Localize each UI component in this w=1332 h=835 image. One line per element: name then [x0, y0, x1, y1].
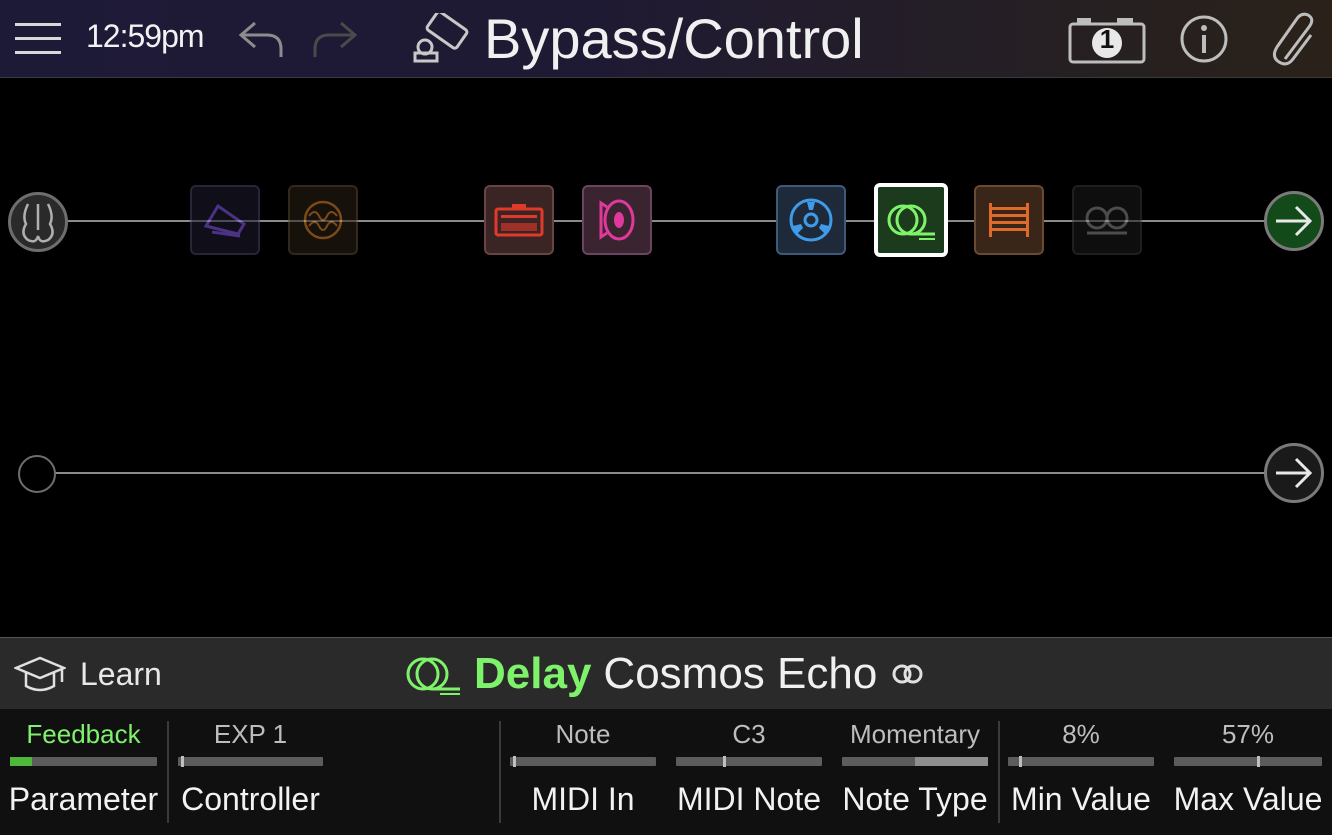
param-slider[interactable] — [676, 756, 822, 767]
graduation-cap-icon — [14, 656, 66, 692]
paperclip-icon — [1272, 12, 1314, 66]
param-slider[interactable] — [842, 757, 988, 766]
snapshot-number: 1 — [1099, 24, 1115, 54]
signal-path-2 — [38, 472, 1294, 474]
redo-button[interactable] — [304, 0, 364, 78]
param-value: Note — [555, 719, 611, 749]
model-category: Delay — [474, 649, 592, 698]
param-slider[interactable] — [1174, 756, 1322, 767]
block-eq[interactable] — [974, 185, 1044, 255]
param-value: 8% — [1062, 719, 1100, 749]
param-slider[interactable] — [510, 756, 656, 767]
delay-icon — [406, 657, 460, 695]
output-node-2[interactable] — [1264, 443, 1324, 503]
clock: 12:59pm — [86, 18, 205, 54]
param-knob-7[interactable]: 57% Max Value — [1164, 709, 1332, 835]
param-knob-1[interactable]: Feedback Parameter — [0, 709, 167, 835]
undo-button[interactable] — [232, 0, 292, 78]
learn-button[interactable]: Learn — [14, 648, 162, 700]
menu-button[interactable] — [8, 0, 68, 78]
block-looper[interactable] — [1072, 185, 1142, 255]
speaker-icon — [599, 199, 635, 241]
param-slider-thumb[interactable] — [181, 756, 185, 767]
looper-icon — [1085, 206, 1129, 235]
param-label: MIDI In — [531, 781, 635, 817]
param-knob-2[interactable]: EXP 1 Controller — [168, 709, 333, 835]
input-node-2[interactable] — [18, 455, 56, 493]
signal-grid — [0, 79, 1332, 637]
param-value: C3 — [732, 719, 766, 749]
param-label: Max Value — [1173, 781, 1323, 817]
param-knob-5[interactable]: Momentary Note Type — [832, 709, 998, 835]
param-label: Parameter — [8, 781, 159, 817]
parameter-panel: Feedback Parameter EXP 1 Controller Note MIDI… — [0, 709, 1332, 835]
output-node-1[interactable] — [1264, 191, 1324, 251]
param-label: Controller — [181, 781, 320, 817]
block-amp[interactable] — [484, 185, 554, 255]
pedal-icon — [405, 0, 475, 78]
param-value: EXP 1 — [213, 719, 288, 749]
reverb-icon — [789, 198, 833, 242]
block-wah[interactable] — [190, 185, 260, 255]
menu-icon — [15, 23, 61, 54]
page-title: Bypass/Control — [484, 7, 864, 70]
header-bar: 12:59pm Bypass/Control 1 — [0, 0, 1332, 78]
param-slider-thumb[interactable] — [1257, 756, 1261, 767]
param-knob-4[interactable]: C3 MIDI Note — [666, 709, 832, 835]
param-label: Min Value — [1011, 781, 1151, 817]
block-delay[interactable] — [874, 183, 948, 257]
param-slider-fill — [915, 757, 988, 766]
block-reverb[interactable] — [776, 185, 846, 255]
guitar-input-icon — [22, 203, 54, 243]
modulation-icon — [303, 200, 343, 240]
wah-pedal-icon — [203, 203, 247, 238]
param-slider[interactable] — [178, 756, 323, 767]
param-slider-thumb[interactable] — [723, 756, 727, 767]
block-modulation[interactable] — [288, 185, 358, 255]
attach-button[interactable] — [1262, 0, 1326, 78]
param-value: 57% — [1221, 719, 1275, 749]
param-value: Feedback — [26, 719, 141, 749]
param-slider-thumb[interactable] — [1018, 756, 1022, 767]
block-cab[interactable] — [582, 185, 652, 255]
redo-icon — [313, 21, 358, 57]
param-slider[interactable] — [1008, 756, 1154, 767]
link-icon — [891, 663, 925, 685]
input-node[interactable] — [8, 192, 68, 252]
param-value: Momentary — [849, 719, 981, 749]
param-label: MIDI Note — [676, 781, 822, 817]
model-title: Delay Cosmos Echo — [404, 644, 925, 704]
model-bar: Learn Delay Cosmos Echo — [0, 637, 1332, 709]
param-slider-fill — [10, 757, 33, 766]
undo-icon — [238, 21, 283, 57]
param-label: Note Type — [842, 781, 988, 817]
amp-icon — [494, 204, 544, 237]
param-slider-thumb[interactable] — [513, 756, 517, 767]
info-icon — [1180, 15, 1228, 63]
model-name[interactable]: Cosmos Echo — [603, 649, 877, 699]
info-button[interactable] — [1172, 0, 1236, 78]
learn-label: Learn — [80, 655, 162, 692]
param-knob-6[interactable]: 8% Min Value — [998, 709, 1164, 835]
delay-icon — [887, 204, 935, 240]
eq-icon — [989, 203, 1029, 237]
param-knob-3[interactable]: Note MIDI In — [500, 709, 666, 835]
param-slider[interactable] — [10, 757, 157, 766]
arrow-right-icon — [1276, 457, 1313, 489]
arrow-right-icon — [1276, 205, 1313, 237]
